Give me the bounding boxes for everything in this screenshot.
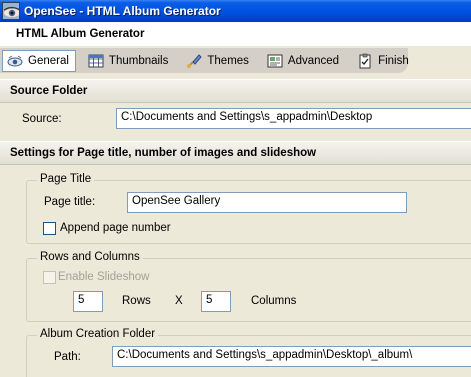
general-icon [7,53,23,69]
finish-icon [357,53,373,69]
tab-finish[interactable]: Finish [353,50,415,72]
columns-input[interactable]: 5 [201,291,231,312]
source-path-input[interactable]: C:\Documents and Settings\s_appadmin\Des… [116,108,471,129]
tab-finish-label: Finish [378,54,409,67]
times-symbol: X [175,295,183,307]
enable-slideshow-checkbox[interactable] [43,271,56,284]
window-title: OpenSee - HTML Album Generator [24,4,221,18]
album-path-input[interactable]: C:\Documents and Settings\s_appadmin\Des… [112,346,471,367]
page-title-group-legend: Page Title [37,173,95,185]
app-eye-icon [2,2,20,20]
page-title-input[interactable]: OpenSee Gallery [127,192,407,213]
tab-thumbnails-label: Thumbnails [108,54,169,67]
source-label: Source: [22,113,62,125]
tab-general-label: General [28,54,69,67]
wizard-header: HTML Album Generator [0,22,471,46]
rows-columns-group-legend: Rows and Columns [37,251,143,263]
source-folder-header: Source Folder [0,79,471,103]
themes-icon [186,53,203,69]
tab-advanced[interactable]: Advanced [263,50,345,72]
append-page-number-label[interactable]: Append page number [60,222,171,234]
tab-thumbnails[interactable]: Thumbnails [84,50,174,72]
tab-bar: General Thumbnails Themes Advanced Finis… [0,48,409,73]
album-folder-group-legend: Album Creation Folder [37,328,159,340]
columns-label: Columns [251,295,297,307]
rows-input[interactable]: 5 [73,291,103,312]
title-bar[interactable]: OpenSee - HTML Album Generator [0,0,471,22]
tab-general[interactable]: General [2,49,76,72]
settings-header: Settings for Page title, number of image… [0,141,471,165]
rows-label: Rows [122,295,151,307]
rows-columns-group [26,258,471,322]
tab-advanced-label: Advanced [287,54,340,67]
enable-slideshow-label[interactable]: Enable Slideshow [58,271,149,283]
advanced-icon [267,53,283,69]
album-path-label: Path: [54,351,81,363]
append-page-number-checkbox[interactable] [43,222,56,235]
thumbnails-icon [88,53,104,69]
tab-themes-label: Themes [207,54,249,67]
tab-themes[interactable]: Themes [182,50,255,72]
page-title-label: Page title: [44,196,96,208]
wizard-title: HTML Album Generator [16,28,145,40]
